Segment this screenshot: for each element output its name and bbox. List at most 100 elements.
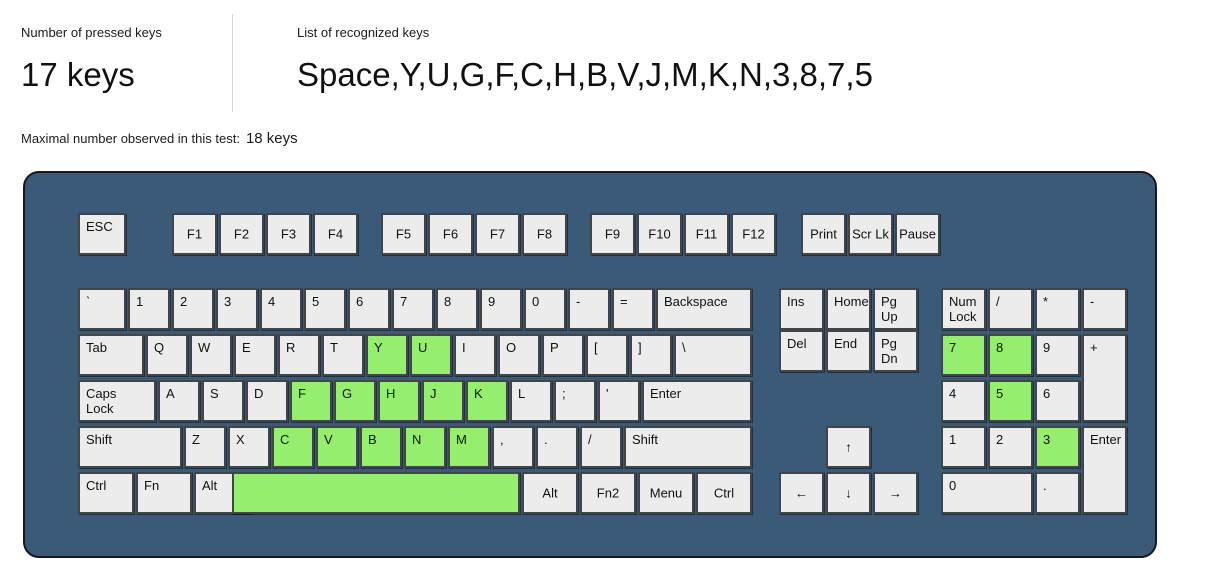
key-digit9[interactable]: 9 xyxy=(480,288,522,330)
key-l[interactable]: L xyxy=(510,380,552,422)
key-esc[interactable]: ESC xyxy=(78,213,126,255)
key-pgdn[interactable]: Pg Dn xyxy=(873,330,918,372)
key-num9[interactable]: 9 xyxy=(1035,334,1080,376)
key-d[interactable]: D xyxy=(246,380,288,422)
key-ins[interactable]: Ins xyxy=(779,288,824,330)
key-p[interactable]: P xyxy=(542,334,584,376)
key-digit7[interactable]: 7 xyxy=(392,288,434,330)
key-semicolon[interactable]: ; xyxy=(554,380,596,422)
key-f6[interactable]: F6 xyxy=(428,213,473,255)
key-ralt[interactable]: Alt xyxy=(522,472,578,514)
key-q[interactable]: Q xyxy=(146,334,188,376)
key-num7[interactable]: 7 xyxy=(941,334,986,376)
key-f1[interactable]: F1 xyxy=(172,213,217,255)
key-numplus[interactable]: + xyxy=(1082,334,1127,422)
key-slash[interactable]: / xyxy=(580,426,622,468)
key-digit1[interactable]: 1 xyxy=(128,288,170,330)
key-a[interactable]: A xyxy=(158,380,200,422)
key-numminus[interactable]: - xyxy=(1082,288,1127,330)
key-f4[interactable]: F4 xyxy=(313,213,358,255)
key-end[interactable]: End xyxy=(826,330,871,372)
key-digit8[interactable]: 8 xyxy=(436,288,478,330)
key-num6[interactable]: 6 xyxy=(1035,380,1080,422)
key-backspace[interactable]: Backspace xyxy=(656,288,752,330)
key-o[interactable]: O xyxy=(498,334,540,376)
key-lctrl[interactable]: Ctrl xyxy=(78,472,134,514)
key-equal[interactable]: = xyxy=(612,288,654,330)
key-digit2[interactable]: 2 xyxy=(172,288,214,330)
key-w[interactable]: W xyxy=(190,334,232,376)
key-home[interactable]: Home xyxy=(826,288,871,330)
key-arrow-right[interactable]: → xyxy=(873,472,918,514)
key-tab[interactable]: Tab xyxy=(78,334,144,376)
key-fn2[interactable]: Fn2 xyxy=(580,472,636,514)
key-f5[interactable]: F5 xyxy=(381,213,426,255)
key-rctrl[interactable]: Ctrl xyxy=(696,472,752,514)
key-b[interactable]: B xyxy=(360,426,402,468)
key-comma[interactable]: , xyxy=(492,426,534,468)
key-arrow-up[interactable]: ↑ xyxy=(826,426,871,468)
key-nummultiply[interactable]: * xyxy=(1035,288,1080,330)
key-f2[interactable]: F2 xyxy=(219,213,264,255)
key-minus[interactable]: - xyxy=(568,288,610,330)
key-numperiod[interactable]: . xyxy=(1035,472,1080,514)
key-period[interactable]: . xyxy=(536,426,578,468)
key-f9[interactable]: F9 xyxy=(590,213,635,255)
key-r[interactable]: R xyxy=(278,334,320,376)
key-backtick[interactable]: ` xyxy=(78,288,126,330)
key-menu[interactable]: Menu xyxy=(638,472,694,514)
key-f[interactable]: F xyxy=(290,380,332,422)
key-arrow-left[interactable]: ← xyxy=(779,472,824,514)
key-j[interactable]: J xyxy=(422,380,464,422)
key-numdivide[interactable]: / xyxy=(988,288,1033,330)
key-f10[interactable]: F10 xyxy=(637,213,682,255)
key-s[interactable]: S xyxy=(202,380,244,422)
key-y[interactable]: Y xyxy=(366,334,408,376)
key-m[interactable]: M xyxy=(448,426,490,468)
key-num5[interactable]: 5 xyxy=(988,380,1033,422)
key-num8[interactable]: 8 xyxy=(988,334,1033,376)
key-enter[interactable]: Enter xyxy=(642,380,752,422)
key-n[interactable]: N xyxy=(404,426,446,468)
key-f8[interactable]: F8 xyxy=(522,213,567,255)
key-print[interactable]: Print xyxy=(801,213,846,255)
key-e[interactable]: E xyxy=(234,334,276,376)
key-num3[interactable]: 3 xyxy=(1035,426,1080,468)
key-num0[interactable]: 0 xyxy=(941,472,1033,514)
key-digit3[interactable]: 3 xyxy=(216,288,258,330)
key-f11[interactable]: F11 xyxy=(684,213,729,255)
key-rbracket[interactable]: ] xyxy=(630,334,672,376)
key-v[interactable]: V xyxy=(316,426,358,468)
key-del[interactable]: Del xyxy=(779,330,824,372)
key-scrlk[interactable]: Scr Lk xyxy=(848,213,893,255)
key-num4[interactable]: 4 xyxy=(941,380,986,422)
key-numlock[interactable]: Num Lock xyxy=(941,288,986,330)
key-h[interactable]: H xyxy=(378,380,420,422)
key-lbracket[interactable]: [ xyxy=(586,334,628,376)
key-num2[interactable]: 2 xyxy=(988,426,1033,468)
key-digit5[interactable]: 5 xyxy=(304,288,346,330)
key-digit4[interactable]: 4 xyxy=(260,288,302,330)
key-i[interactable]: I xyxy=(454,334,496,376)
key-u[interactable]: U xyxy=(410,334,452,376)
key-digit6[interactable]: 6 xyxy=(348,288,390,330)
key-numenter[interactable]: Enter xyxy=(1082,426,1127,514)
key-fn[interactable]: Fn xyxy=(136,472,192,514)
key-pgup[interactable]: Pg Up xyxy=(873,288,918,330)
key-space[interactable] xyxy=(232,472,520,514)
key-backslash[interactable]: \ xyxy=(674,334,752,376)
key-x[interactable]: X xyxy=(228,426,270,468)
key-digit0[interactable]: 0 xyxy=(524,288,566,330)
key-f3[interactable]: F3 xyxy=(266,213,311,255)
key-f12[interactable]: F12 xyxy=(731,213,776,255)
key-c[interactable]: C xyxy=(272,426,314,468)
key-t[interactable]: T xyxy=(322,334,364,376)
key-z[interactable]: Z xyxy=(184,426,226,468)
key-capslock[interactable]: Caps Lock xyxy=(78,380,156,422)
key-g[interactable]: G xyxy=(334,380,376,422)
key-quote[interactable]: ' xyxy=(598,380,640,422)
key-num1[interactable]: 1 xyxy=(941,426,986,468)
key-lshift[interactable]: Shift xyxy=(78,426,182,468)
key-arrow-down[interactable]: ↓ xyxy=(826,472,871,514)
key-k[interactable]: K xyxy=(466,380,508,422)
